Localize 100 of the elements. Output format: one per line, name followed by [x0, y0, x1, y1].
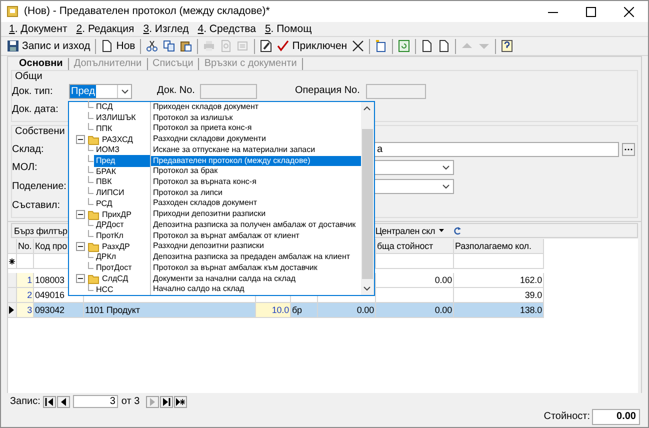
table-cell: 138.0 — [454, 303, 544, 318]
doc-type-combobox[interactable]: Пред — [69, 84, 132, 98]
item-description[interactable]: Искане за отпускане на материални запаси — [151, 144, 361, 156]
table-cell: 162.0 — [454, 273, 544, 288]
triangle-right-icon — [148, 398, 157, 406]
item-description[interactable]: Приходен складов документ — [151, 102, 361, 113]
tree-item[interactable]: Пред — [94, 154, 150, 167]
refresh-icon[interactable] — [396, 38, 412, 54]
item-description[interactable]: Предавателен протокол (между складове) — [151, 156, 361, 166]
collapse-icon[interactable] — [76, 274, 85, 284]
copy-icon[interactable] — [161, 38, 178, 54]
record-count: от 3 — [121, 396, 140, 408]
toolbar-button[interactable]: Нов — [99, 38, 138, 54]
field-label: Поделение: — [12, 181, 66, 192]
menu-item[interactable]: 2. Редакция — [76, 22, 134, 36]
caret-icon — [439, 229, 444, 232]
folder-icon — [88, 134, 99, 145]
check-icon — [277, 40, 290, 52]
table-cell: 0.00 — [376, 303, 454, 318]
tree-item[interactable]: РАЗХСД — [100, 134, 150, 146]
tree-item[interactable]: ДРДост — [94, 219, 150, 232]
field-label: Док. дата: — [12, 104, 58, 114]
dropdown-list[interactable] — [68, 101, 375, 296]
input-field[interactable] — [366, 84, 426, 98]
tree-item[interactable]: РазхДР — [100, 240, 150, 253]
help-icon[interactable] — [499, 38, 516, 54]
browse-button[interactable] — [622, 142, 635, 156]
tree-item[interactable]: ПротДост — [94, 262, 150, 274]
row-header[interactable] — [8, 254, 17, 269]
item-description[interactable]: Депозитна разписка за предаден амбалаж на клиент — [151, 252, 361, 263]
column-header: бща стойност — [376, 239, 454, 254]
toolbar-button[interactable]: Запис и изход — [5, 38, 92, 54]
refresh-icon[interactable] — [453, 226, 462, 236]
tree-item[interactable]: ЛИПСИ — [94, 187, 150, 200]
menu-item[interactable]: 1. Документ — [9, 22, 68, 36]
menu-item[interactable]: 4. Средства — [198, 22, 256, 36]
scrollbar[interactable] — [361, 102, 374, 295]
chevron-down-icon[interactable] — [120, 88, 128, 94]
tree-item[interactable]: ИОМЗ — [94, 144, 150, 156]
first-record-button[interactable] — [43, 396, 56, 408]
triangle-left-icon — [59, 398, 68, 406]
table-cell: 0.00 — [318, 303, 376, 318]
previous-record-button[interactable] — [57, 396, 70, 408]
item-description[interactable]: Разходен складов документ — [151, 198, 361, 210]
item-description[interactable]: Разходни депозитни разписки — [151, 241, 361, 252]
new-record-icon — [176, 398, 185, 406]
column-header: No. — [17, 239, 34, 254]
skip-back-icon — [45, 398, 54, 406]
tree-item[interactable]: ПротКл — [94, 230, 150, 242]
tree-item[interactable]: СлдСД — [100, 272, 150, 285]
item-description[interactable]: Протокол за върнат амбалаж от клиент — [151, 230, 361, 242]
tree-item[interactable]: ИЗЛИШЪК — [94, 112, 150, 124]
item-description[interactable]: Документи за начални салда на склад — [151, 274, 361, 284]
tree-item[interactable]: ПВК — [94, 176, 150, 188]
warehouse-filter-dropdown[interactable]: Централен скл — [373, 224, 446, 237]
chevron-down-icon[interactable] — [442, 184, 450, 189]
item-description[interactable]: Протокол за липси — [151, 188, 361, 198]
window-title: (Нов) - Предавателен протокол (между складове)* — [24, 5, 270, 18]
menu-item[interactable]: 5. Помощ — [264, 22, 312, 36]
collapse-icon[interactable] — [76, 135, 85, 144]
row-header[interactable] — [8, 303, 17, 318]
new-record-button[interactable] — [174, 396, 187, 408]
maximize-icon[interactable] — [586, 6, 596, 16]
tree-item[interactable]: ДРКл — [94, 251, 150, 264]
folder-icon — [88, 210, 99, 220]
close-icon[interactable] — [624, 6, 634, 16]
chevron-down-icon[interactable] — [442, 165, 450, 170]
tree-item[interactable]: ПСД — [94, 101, 150, 114]
collapse-icon[interactable] — [76, 210, 85, 220]
chevron-down-icon[interactable] — [363, 286, 371, 291]
tree-item[interactable]: НСС — [94, 284, 150, 296]
table-cell: 2 — [17, 288, 34, 303]
item-description[interactable]: Начално салдо на склад — [151, 284, 361, 295]
folder-icon — [88, 274, 99, 284]
input-field[interactable] — [200, 84, 257, 98]
record-field[interactable]: 3 — [73, 395, 118, 408]
row-indicator-icon — [9, 306, 14, 314]
field-label: Док. тип: — [12, 86, 53, 96]
toolbar-button[interactable]: Приключен — [275, 38, 350, 54]
tree-item[interactable]: ПрихДР — [100, 208, 150, 221]
item-description[interactable]: Депозитна разписка за получен амбалаж от доставчик — [151, 220, 361, 231]
item-description[interactable]: Приходни депозитни разписки — [151, 209, 361, 220]
tree-item[interactable]: ППК — [94, 122, 150, 135]
group-title: Собствени — [15, 126, 65, 137]
item-description[interactable]: Протокол за върнат амбалаж към доставчик — [151, 262, 361, 274]
tree-item[interactable]: БРАК — [94, 166, 150, 178]
total-field: 0.00 — [592, 409, 640, 425]
edit-icon[interactable] — [258, 38, 274, 54]
skip-forward-icon — [162, 398, 171, 406]
tree-item[interactable]: РСД — [94, 198, 150, 210]
last-record-button[interactable] — [160, 396, 173, 408]
table-cell: 10.0 — [256, 303, 291, 318]
item-description[interactable]: Протокол за излишък — [151, 112, 361, 124]
chevron-up-icon[interactable] — [363, 106, 371, 111]
item-description[interactable]: Протокол за върната конс-я — [151, 177, 361, 188]
collapse-icon[interactable] — [76, 242, 85, 252]
item-description[interactable]: Протокол за приета конс-я — [151, 123, 361, 134]
tab[interactable]: Основни — [14, 58, 69, 70]
menu-item[interactable]: 3. Изглед — [143, 22, 189, 36]
item-description[interactable]: Протокол за брак — [151, 166, 361, 178]
